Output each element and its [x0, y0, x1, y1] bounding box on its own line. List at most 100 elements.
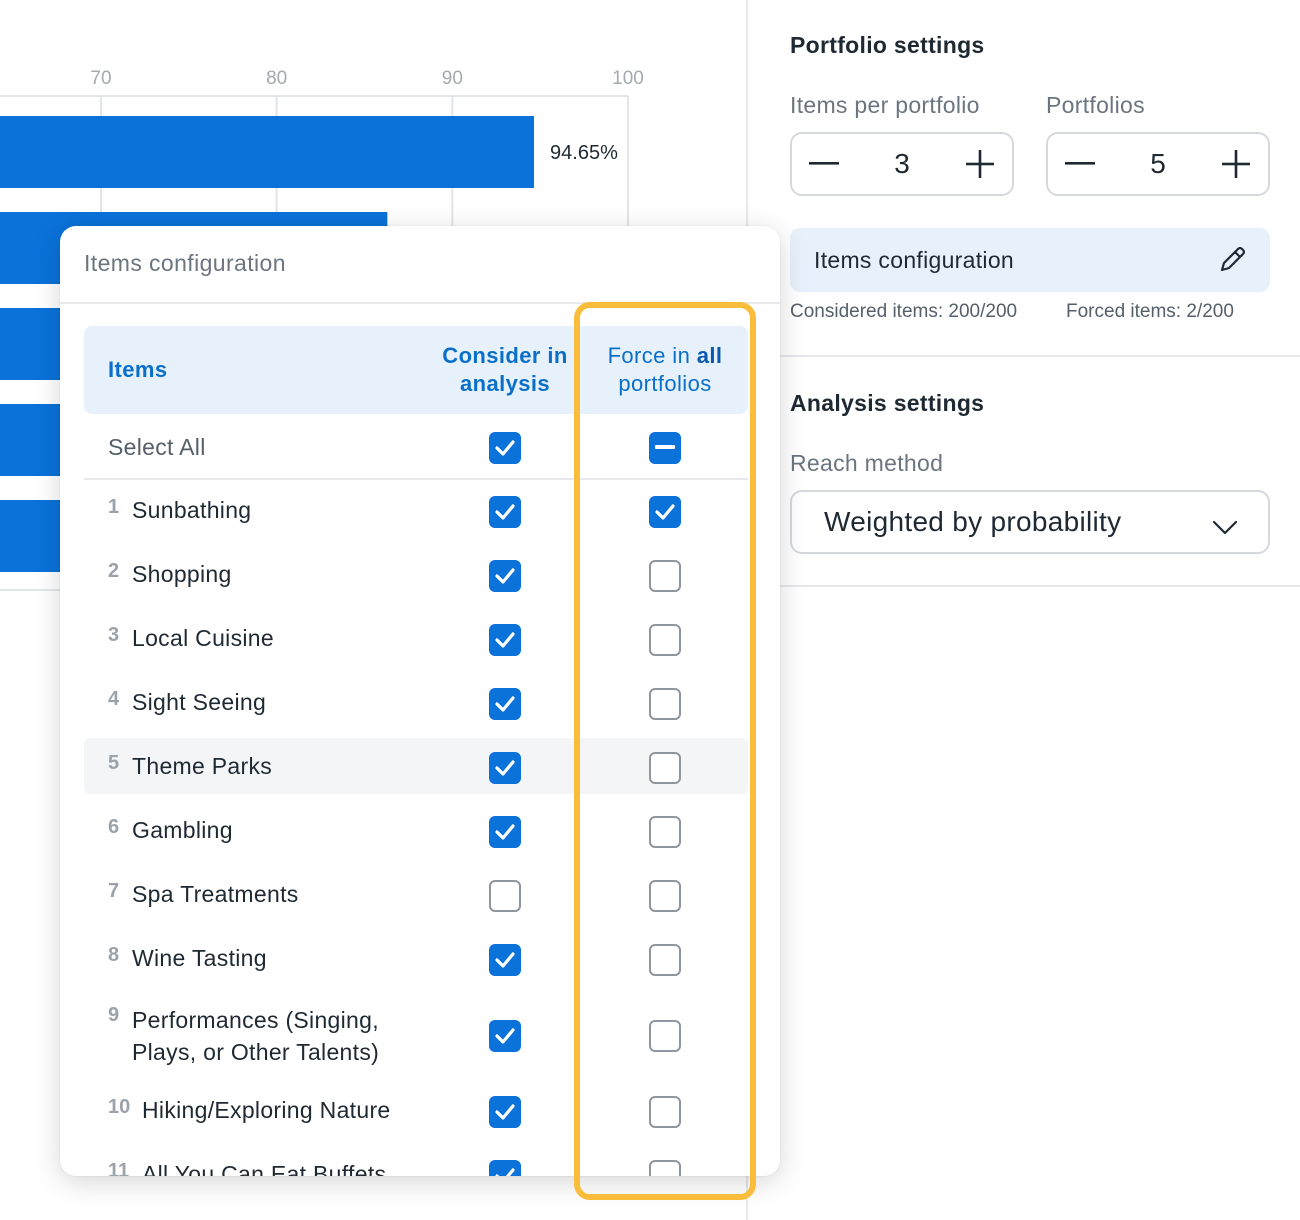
item-row: 1 Sunbathing — [84, 482, 748, 538]
item-label-line: Local Cuisine — [132, 625, 274, 651]
item-row: 5 Theme Parks — [84, 738, 748, 794]
item-row: 3 Local Cuisine — [84, 610, 748, 666]
item-number: 11 — [108, 1160, 130, 1176]
plus-icon — [1222, 150, 1250, 178]
item-row: 8 Wine Tasting — [84, 930, 748, 986]
portfolios-label: Portfolios — [1046, 92, 1145, 118]
item-row: 4 Sight Seeing — [84, 674, 748, 730]
reach-method-select[interactable]: Weighted by probability — [790, 490, 1270, 554]
items-per-portfolio-value[interactable]: 3 — [856, 134, 948, 194]
consider-checkbox[interactable] — [489, 752, 521, 784]
item-number: 1 — [108, 496, 120, 518]
item-label-line: Sunbathing — [132, 497, 252, 523]
item-number: 4 — [108, 688, 120, 710]
force-checkbox[interactable] — [649, 496, 681, 528]
consider-checkbox[interactable] — [489, 688, 521, 720]
consider-checkbox[interactable] — [489, 1020, 521, 1052]
item-label: Spa Treatments — [132, 878, 299, 910]
force-checkbox[interactable] — [649, 688, 681, 720]
items-table[interactable]: Items Consider in analysis Force in all … — [84, 326, 748, 1176]
indeterminate-icon — [655, 445, 675, 449]
popover-title: Items configuration — [84, 250, 286, 276]
item-label-line: Wine Tasting — [132, 945, 267, 971]
item-label: Shopping — [132, 558, 232, 590]
item-number: 2 — [108, 560, 120, 582]
check-icon — [495, 504, 515, 520]
minus-icon — [809, 162, 839, 165]
item-label-line: Shopping — [132, 561, 232, 587]
consider-checkbox[interactable] — [489, 1096, 521, 1128]
consider-checkbox[interactable] — [489, 1160, 521, 1176]
increment-button[interactable] — [1204, 134, 1268, 194]
items-per-portfolio-label: Items per portfolio — [790, 92, 980, 118]
pencil-icon[interactable] — [1216, 244, 1248, 282]
row-divider — [84, 478, 748, 480]
check-icon — [495, 1028, 515, 1044]
section-divider — [780, 585, 1300, 587]
force-checkbox[interactable] — [649, 1020, 681, 1052]
force-checkbox[interactable] — [649, 560, 681, 592]
items-configuration-label: Items configuration — [814, 246, 1015, 273]
consider-checkbox[interactable] — [489, 880, 521, 912]
reach-method-label: Reach method — [790, 450, 944, 476]
item-row: 9 Performances (Singing, Plays, or Other T… — [84, 994, 748, 1074]
item-number: 5 — [108, 752, 120, 774]
chart-bar — [0, 116, 535, 188]
force-in-text: Force in — [607, 343, 691, 368]
force-checkbox[interactable] — [649, 880, 681, 912]
check-icon — [655, 504, 675, 520]
x-tick-label: 90 — [442, 68, 463, 89]
consider-checkbox[interactable] — [489, 560, 521, 592]
force-checkbox[interactable] — [649, 1160, 681, 1176]
section-divider — [780, 355, 1300, 357]
analysis-settings-title: Analysis settings — [790, 390, 985, 416]
portfolios-stepper[interactable]: 5 — [1046, 132, 1270, 196]
increment-button[interactable] — [948, 134, 1012, 194]
consider-checkbox[interactable] — [489, 624, 521, 656]
force-checkbox[interactable] — [649, 624, 681, 656]
column-header-force: Force in all portfolios — [592, 342, 738, 398]
item-row: 10 Hiking/Exploring Nature — [84, 1082, 748, 1138]
force-checkbox[interactable] — [649, 944, 681, 976]
item-number: 8 — [108, 944, 120, 966]
decrement-button[interactable] — [792, 134, 856, 194]
check-icon — [495, 952, 515, 968]
consider-checkbox[interactable] — [489, 944, 521, 976]
consider-checkbox[interactable] — [489, 816, 521, 848]
items-configuration-button[interactable]: Items configuration — [790, 228, 1270, 292]
force-checkbox[interactable] — [649, 752, 681, 784]
portfolios-value[interactable]: 5 — [1112, 134, 1204, 194]
select-all-force-checkbox[interactable] — [649, 432, 681, 464]
item-label: Hiking/Exploring Nature — [142, 1094, 391, 1126]
plus-icon — [966, 150, 994, 178]
item-label: Sunbathing — [132, 494, 251, 526]
settings-panel: Portfolio settings Items per portfolio P… — [746, 0, 1300, 1220]
x-tick-label: 80 — [266, 68, 287, 89]
chevron-down-icon — [1212, 512, 1238, 544]
considered-items-text: Considered items: 200/200 — [790, 301, 1018, 322]
table-header: Items Consider in analysis Force in all … — [84, 326, 748, 414]
item-label-line: All You Can Eat Buffets — [142, 1161, 387, 1176]
item-label: Wine Tasting — [132, 942, 267, 974]
item-label: Theme Parks — [132, 750, 272, 782]
force-checkbox[interactable] — [649, 1096, 681, 1128]
item-label-line: Hiking/Exploring Nature — [142, 1097, 391, 1123]
select-all-label: Select All — [108, 434, 206, 460]
force-checkbox[interactable] — [649, 816, 681, 848]
consider-checkbox[interactable] — [489, 496, 521, 528]
force-all-text: all — [696, 343, 723, 368]
column-header-force-line2: portfolios — [618, 371, 712, 396]
column-header-force-line1: Force in all — [592, 342, 738, 370]
check-icon — [495, 696, 515, 712]
bar-value-label: 94.65% — [550, 142, 618, 164]
items-per-portfolio-stepper[interactable]: 3 — [790, 132, 1014, 196]
decrement-button[interactable] — [1048, 134, 1112, 194]
check-icon — [495, 568, 515, 584]
column-header-consider-line2: analysis — [459, 371, 551, 396]
item-label-line: Performances (Singing, — [132, 1007, 379, 1033]
item-label: Gambling — [132, 814, 233, 846]
check-icon — [495, 760, 515, 776]
item-number: 7 — [108, 880, 120, 902]
select-all-consider-checkbox[interactable] — [489, 432, 521, 464]
item-label-line: Spa Treatments — [132, 881, 299, 907]
